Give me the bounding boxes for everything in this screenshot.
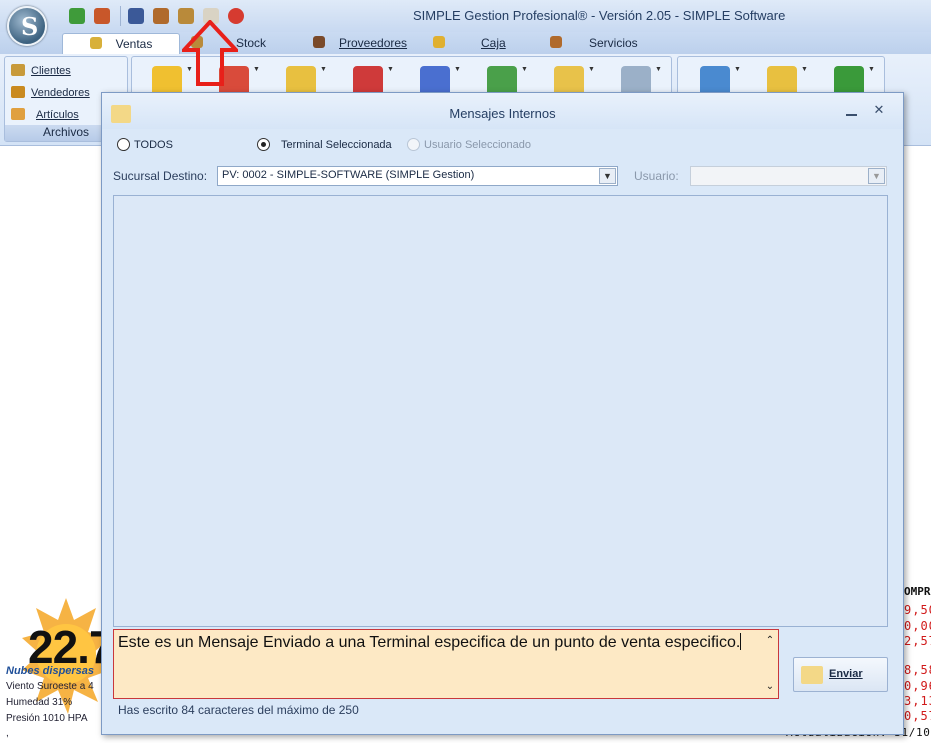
tab-label: Proveedores xyxy=(339,36,408,50)
send-button[interactable]: Enviar xyxy=(793,657,888,692)
radio-circle xyxy=(407,138,420,151)
tab-label: Caja xyxy=(481,36,506,50)
envelope-icon xyxy=(801,666,823,684)
character-count: Has escrito 84 caracteres del máximo de … xyxy=(118,703,359,717)
tab-bar: Ventas Stock Proveedores Caja Servicios xyxy=(0,32,931,54)
radio-circle xyxy=(257,138,270,151)
weather-humidity: Humedad 31% xyxy=(6,697,73,708)
proveedores-icon xyxy=(313,36,325,48)
weather-pressure: Presión 1010 HPA xyxy=(6,713,88,724)
ticker-value: 0,96 xyxy=(904,679,931,693)
internal-messages-dialog: Mensajes Internos ✕ TODOS Terminal Selec… xyxy=(101,92,904,735)
user-fire-icon[interactable] xyxy=(94,8,110,24)
tab-label: Ventas xyxy=(115,37,153,51)
dialog-title-bar: Mensajes Internos ✕ xyxy=(102,93,903,129)
sidebar-item-label: Vendedores xyxy=(31,87,90,99)
dropdown-arrow-icon[interactable]: ▼ xyxy=(588,66,595,73)
chevron-down-icon[interactable]: ▼ xyxy=(868,168,885,184)
tab-servicios[interactable]: Servicios xyxy=(550,33,638,54)
app-logo-letter: S xyxy=(21,12,39,41)
dropdown-arrow-icon[interactable]: ▼ xyxy=(253,66,260,73)
ticker-value: 8,58 xyxy=(904,663,931,677)
branch-select[interactable]: PV: 0002 - SIMPLE-SOFTWARE (SIMPLE Gesti… xyxy=(217,166,618,186)
tab-caja[interactable]: Caja xyxy=(433,33,506,54)
radio-todos[interactable]: TODOS xyxy=(117,138,173,152)
facebook-icon[interactable] xyxy=(128,8,144,24)
sidebar-item-label: Artículos xyxy=(36,109,79,121)
weather-condition: Nubes dispersas xyxy=(6,665,95,677)
dialog-title: Mensajes Internos xyxy=(449,106,556,121)
dropdown-arrow-icon[interactable]: ▼ xyxy=(454,66,461,73)
branch-select-value: PV: 0002 - SIMPLE-SOFTWARE (SIMPLE Gesti… xyxy=(222,169,475,181)
branch-label: Sucursal Destino: xyxy=(113,169,208,183)
sidebar-item-label: Clientes xyxy=(31,65,71,77)
user-label: Usuario: xyxy=(634,169,679,183)
radio-label: Terminal Seleccionada xyxy=(281,139,392,151)
title-bar: S SIMPLE Gestion Profesional® - Versión … xyxy=(0,0,931,46)
close-button[interactable]: ✕ xyxy=(872,103,886,117)
highlight-arrow-icon xyxy=(182,20,238,86)
toolbar-separator xyxy=(120,6,121,26)
box-icon xyxy=(11,108,25,120)
ticker-header: OMPR xyxy=(904,585,931,598)
dropdown-arrow-icon[interactable]: ▼ xyxy=(521,66,528,73)
dropdown-arrow-icon[interactable]: ▼ xyxy=(734,66,741,73)
servicios-icon xyxy=(550,36,562,48)
window-title: SIMPLE Gestion Profesional® - Versión 2.… xyxy=(413,8,786,23)
radio-usuario[interactable]: Usuario Seleccionado xyxy=(407,138,531,152)
message-input-text: Este es un Mensaje Enviado a una Termina… xyxy=(118,634,741,651)
chevron-down-icon[interactable]: ▼ xyxy=(599,168,616,184)
dropdown-arrow-icon[interactable]: ▼ xyxy=(320,66,327,73)
tab-label: Stock xyxy=(236,36,267,50)
tab-proveedores[interactable]: Proveedores xyxy=(313,33,407,54)
radio-circle xyxy=(117,138,130,151)
user-select[interactable]: ▼ xyxy=(690,166,887,186)
ticker-value: 0,00 xyxy=(904,619,931,633)
dropdown-arrow-icon[interactable]: ▼ xyxy=(801,66,808,73)
text-caret xyxy=(740,633,742,650)
radio-terminal[interactable]: Terminal Seleccionada xyxy=(257,138,392,152)
ticker-value: 2,57 xyxy=(904,634,931,648)
vendors-icon xyxy=(11,86,25,98)
weather-extra: , xyxy=(6,728,9,739)
message-input[interactable]: Este es un Mensaje Enviado a una Termina… xyxy=(113,629,779,699)
app-logo[interactable]: S xyxy=(7,6,47,46)
sidebar-item-clientes[interactable]: Clientes xyxy=(11,64,71,82)
dropdown-arrow-icon[interactable]: ▼ xyxy=(655,66,662,73)
message-scrollbar[interactable]: ⌃ ⌄ xyxy=(763,631,777,697)
sidebar-item-vendedores[interactable]: Vendedores xyxy=(11,86,90,104)
user-support-icon[interactable] xyxy=(153,8,169,24)
dropdown-arrow-icon[interactable]: ▼ xyxy=(387,66,394,73)
scroll-down-icon[interactable]: ⌄ xyxy=(763,677,777,697)
dropdown-arrow-icon[interactable]: ▼ xyxy=(868,66,875,73)
radio-label: TODOS xyxy=(134,139,173,151)
clients-icon xyxy=(11,64,25,76)
ticker-value: 3,13 xyxy=(904,694,931,708)
refresh-green-icon[interactable] xyxy=(69,8,85,24)
ticker-value: 0,57 xyxy=(904,709,931,723)
caja-icon xyxy=(433,36,445,48)
send-button-label: Enviar xyxy=(829,668,863,680)
ventas-icon xyxy=(89,37,102,49)
radio-label: Usuario Seleccionado xyxy=(424,139,532,151)
message-history-area[interactable] xyxy=(113,195,888,627)
scroll-up-icon[interactable]: ⌃ xyxy=(763,631,777,651)
tab-label: Servicios xyxy=(589,36,638,50)
ticker-value: 9,50 xyxy=(904,603,931,617)
weather-wind: Viento Suroeste a 4 xyxy=(6,681,94,692)
sidebar-item-articulos[interactable]: Artículos xyxy=(11,108,79,126)
tab-ventas[interactable]: Ventas xyxy=(62,33,180,54)
minimize-button[interactable] xyxy=(845,106,859,118)
